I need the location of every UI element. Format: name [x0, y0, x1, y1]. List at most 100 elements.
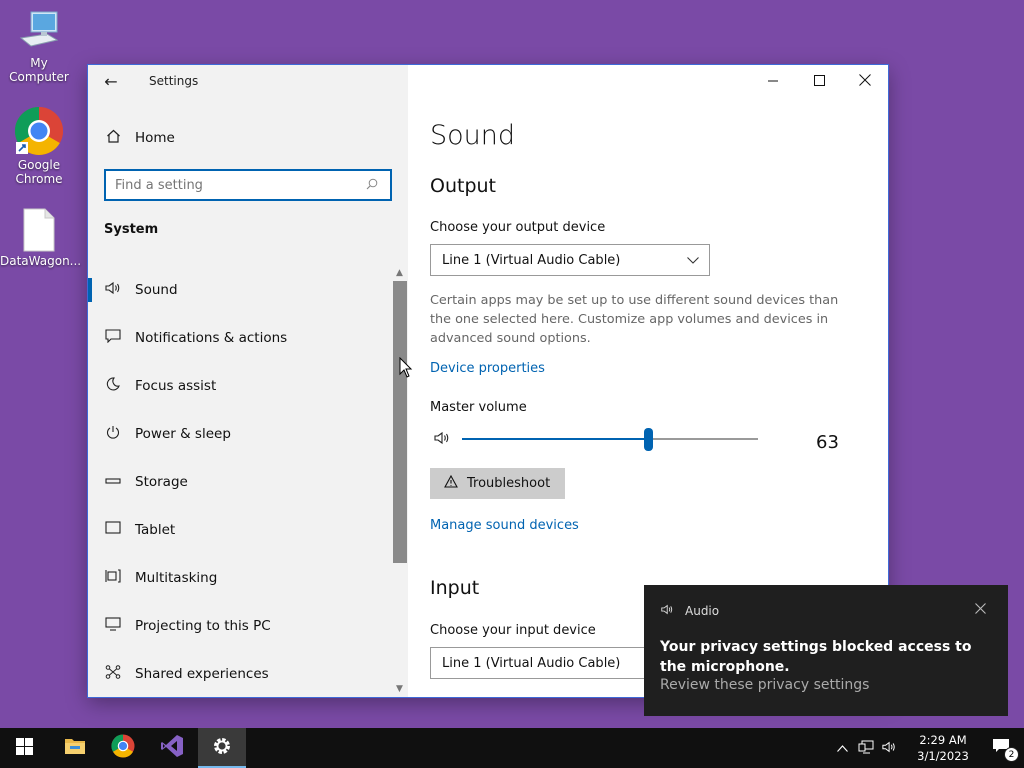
taskbar: 2:29 AM 3/1/2023 2: [0, 728, 1024, 768]
taskbar-chrome[interactable]: [99, 728, 147, 768]
search-box[interactable]: [104, 169, 392, 201]
gear-icon: [212, 736, 232, 760]
sidebar-item-label: Power & sleep: [135, 426, 231, 442]
sidebar-item-focus-assist[interactable]: Focus assist: [88, 362, 391, 410]
sidebar-item-label: Storage: [135, 474, 188, 490]
start-button[interactable]: [0, 728, 48, 768]
sidebar-nav: Sound Notifications & actions Focus assi…: [88, 266, 391, 697]
master-volume-label: Master volume: [430, 400, 527, 415]
sidebar-item-notifications[interactable]: Notifications & actions: [88, 314, 391, 362]
output-description: Certain apps may be set up to use differ…: [430, 293, 839, 346]
volume-row: 63: [430, 427, 860, 457]
power-icon: [104, 425, 122, 443]
scroll-up-arrow-icon[interactable]: ▲: [391, 265, 408, 281]
volume-icon[interactable]: [878, 740, 902, 757]
section-label: System: [104, 222, 159, 237]
notification-icon: [104, 329, 122, 347]
maximize-icon: [813, 72, 825, 90]
sidebar-item-home[interactable]: Home: [88, 121, 408, 155]
title-bar: ← Settings: [88, 65, 408, 97]
close-button[interactable]: [842, 65, 888, 97]
sidebar-scrollbar[interactable]: ▲ ▼: [391, 265, 408, 697]
output-device-label: Choose your output device: [430, 220, 606, 235]
chrome-icon: [14, 106, 64, 156]
sidebar-item-label: Notifications & actions: [135, 330, 288, 346]
sidebar-item-multitasking[interactable]: Multitasking: [88, 554, 391, 602]
volume-slider-thumb[interactable]: [644, 428, 653, 451]
sidebar-item-label: Focus assist: [135, 378, 217, 394]
scroll-down-arrow-icon[interactable]: ▼: [391, 681, 408, 697]
warning-icon: [444, 474, 458, 492]
sidebar-item-shared-experiences[interactable]: Shared experiences: [88, 650, 391, 697]
input-heading: Input: [430, 577, 480, 599]
home-label: Home: [135, 130, 175, 146]
toast-message: Your privacy settings blocked access to …: [660, 639, 972, 675]
output-device-dropdown[interactable]: Line 1 (Virtual Audio Cable): [430, 244, 710, 276]
page-title: Sound: [430, 120, 516, 151]
volume-slider[interactable]: [462, 428, 758, 451]
back-button[interactable]: ←: [88, 65, 134, 97]
volume-value: 63: [816, 432, 839, 453]
scroll-thumb[interactable]: [393, 281, 407, 563]
maximize-button[interactable]: [796, 65, 842, 97]
minimize-button[interactable]: [750, 65, 796, 97]
taskbar-visual-studio[interactable]: [148, 728, 196, 768]
tablet-icon: [104, 521, 122, 539]
moon-icon: [104, 377, 122, 395]
taskbar-settings[interactable]: [198, 728, 246, 768]
back-arrow-icon: ←: [104, 71, 118, 91]
speaker-icon[interactable]: [434, 431, 452, 449]
projecting-icon: [104, 617, 122, 635]
toast-app-name: Audio: [685, 604, 720, 618]
search-input[interactable]: [106, 177, 366, 193]
network-icon[interactable]: [854, 740, 878, 757]
sidebar-item-power-sleep[interactable]: Power & sleep: [88, 410, 391, 458]
system-tray: 2:29 AM 3/1/2023 2: [830, 728, 1024, 768]
shared-icon: [104, 665, 122, 683]
output-heading: Output: [430, 175, 496, 197]
sidebar-item-label: Sound: [135, 282, 178, 298]
sidebar-item-tablet[interactable]: Tablet: [88, 506, 391, 554]
search-icon[interactable]: [366, 178, 390, 193]
window-controls: [750, 65, 888, 97]
input-device-label: Choose your input device: [430, 623, 596, 638]
windows-logo-icon: [15, 737, 33, 759]
desktop-icon-label: My Computer: [9, 56, 69, 84]
toast-action-link[interactable]: Review these privacy settings: [660, 677, 869, 693]
action-center-button[interactable]: 2: [978, 728, 1024, 768]
file-icon: [21, 208, 57, 252]
folder-icon: [64, 737, 86, 759]
active-indicator: [88, 278, 92, 302]
sidebar-item-sound[interactable]: Sound: [88, 266, 391, 314]
chevron-up-icon[interactable]: [830, 741, 854, 755]
notification-count-badge: 2: [1004, 747, 1019, 762]
speaker-icon: [104, 281, 122, 299]
toast-close-icon[interactable]: [975, 602, 986, 618]
desktop-icon-my-computer[interactable]: My Computer: [0, 10, 78, 84]
computer-icon: [17, 10, 61, 54]
volume-slider-fill: [462, 438, 648, 440]
minimize-icon: [767, 72, 779, 90]
close-icon: [859, 72, 871, 90]
desktop-icon-google-chrome[interactable]: Google Chrome: [0, 106, 78, 186]
troubleshoot-label: Troubleshoot: [467, 476, 551, 491]
device-properties-link[interactable]: Device properties: [430, 361, 545, 376]
manage-sound-devices-link[interactable]: Manage sound devices: [430, 518, 579, 533]
toast-notification[interactable]: Audio Your privacy settings blocked acce…: [644, 585, 1008, 716]
sidebar-item-label: Multitasking: [135, 570, 218, 586]
chevron-down-icon: [687, 254, 699, 267]
clock-date: 3/1/2023: [917, 749, 969, 763]
sidebar-item-storage[interactable]: Storage: [88, 458, 391, 506]
input-device-value: Line 1 (Virtual Audio Cable): [442, 655, 621, 671]
sidebar-item-projecting[interactable]: Projecting to this PC: [88, 602, 391, 650]
clock[interactable]: 2:29 AM 3/1/2023: [908, 732, 978, 764]
speaker-icon: [661, 604, 675, 618]
taskbar-file-explorer[interactable]: [51, 728, 99, 768]
desktop-icon-datawagon[interactable]: DataWagon...: [0, 208, 81, 268]
window-title: Settings: [149, 74, 199, 88]
sidebar-item-label: Projecting to this PC: [135, 618, 271, 634]
sidebar-item-label: Shared experiences: [135, 666, 269, 682]
troubleshoot-button[interactable]: Troubleshoot: [430, 468, 566, 499]
output-device-value: Line 1 (Virtual Audio Cable): [442, 252, 621, 268]
clock-time: 2:29 AM: [919, 733, 967, 747]
